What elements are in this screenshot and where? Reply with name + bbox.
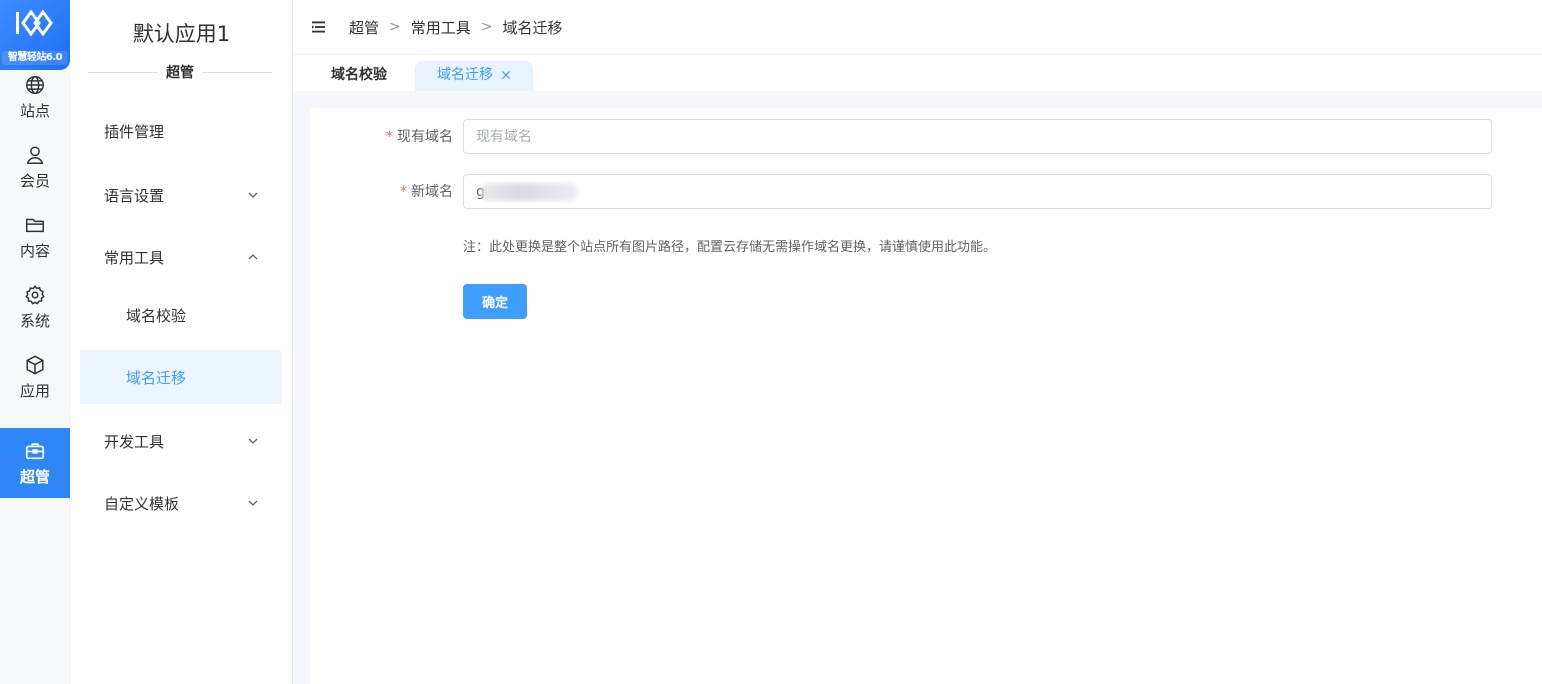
domain-migrate-form: *现有域名 *新域名 注：此处更换是整个站点所有图片路径，配置云存储无需操作域名… (310, 108, 1542, 684)
rail-item-label: 超管 (19, 467, 50, 486)
redacted-value-blur (482, 183, 578, 201)
menu-toggle-icon[interactable] (311, 19, 327, 35)
breadcrumb-separator: > (480, 19, 493, 35)
logo-mark-icon (16, 9, 53, 37)
rail-item-label: 站点 (19, 101, 50, 120)
menu-item-label: 插件管理 (104, 122, 165, 141)
chevron-up-icon (248, 254, 258, 260)
app-title: 默认应用1 (132, 22, 231, 46)
form-row-current-domain: * 现有域名 (310, 119, 1542, 155)
rail-item-label: 会员 (19, 171, 50, 190)
breadcrumb-item[interactable]: 超管 (349, 17, 379, 38)
new-domain-label: * 新域名 (400, 174, 453, 210)
menu-item-label: 语言设置 (104, 186, 165, 205)
rail-item-superadmin[interactable]: 超管 (0, 428, 70, 498)
new-domain-label-text: 新域名 (411, 184, 453, 200)
rail-item-site[interactable]: 站点 (0, 62, 70, 132)
menu-item-label: 域名迁移 (126, 368, 187, 387)
rail-item-system[interactable]: 系统 (0, 272, 70, 342)
rail-item-label: 应用 (19, 381, 50, 400)
current-domain-label-text: 现有域名 (397, 129, 453, 145)
menu-item-domain-verify[interactable]: 域名校验 (80, 288, 281, 342)
chevron-down-icon (248, 438, 258, 444)
close-icon[interactable] (501, 70, 511, 80)
page-tabs: 域名校验 域名迁移 (293, 55, 1542, 91)
rail-item-app[interactable]: 应用 (0, 342, 70, 412)
section-title: 超管 (80, 62, 280, 82)
icon-rail: 智慧轻站6.0 站点 会员 内容 系统 应用 超管 (0, 0, 70, 684)
top-header: 超管 > 常用工具 > 域名迁移 (293, 0, 1542, 55)
menu-item-common-tools[interactable]: 常用工具 (80, 230, 281, 284)
gear-icon (25, 284, 45, 305)
secondary-sidebar: 默认应用1 超管 插件管理 语言设置 常用工具 域名校验 域名迁移 开发工具 自… (70, 0, 293, 684)
new-domain-input[interactable] (463, 174, 1492, 209)
required-mark: * (400, 184, 407, 200)
chevron-down-icon (248, 192, 258, 198)
section-title-text: 超管 (166, 65, 194, 81)
menu-item-language-settings[interactable]: 语言设置 (80, 168, 281, 222)
user-icon (26, 145, 44, 164)
tab-label: 域名迁移 (437, 67, 493, 83)
menu-item-label: 常用工具 (104, 248, 165, 267)
confirm-button[interactable]: 确定 (463, 284, 527, 319)
menu-item-label: 开发工具 (104, 432, 165, 451)
briefcase-icon (25, 442, 45, 459)
rail-item-label: 系统 (19, 311, 50, 330)
rail-item-label: 内容 (19, 241, 50, 260)
current-domain-label: * 现有域名 (386, 119, 453, 155)
menu-item-domain-migrate[interactable]: 域名迁移 (80, 350, 281, 404)
breadcrumb-item[interactable]: 常用工具 (411, 17, 471, 38)
current-domain-input[interactable] (463, 119, 1492, 154)
tab-domain-verify[interactable]: 域名校验 (309, 61, 409, 91)
tab-label: 域名校验 (331, 67, 387, 83)
required-mark: * (386, 129, 393, 145)
breadcrumb-item-current: 域名迁移 (502, 18, 563, 37)
menu-item-dev-tools[interactable]: 开发工具 (80, 414, 281, 468)
menu-item-label: 自定义模板 (104, 494, 180, 513)
breadcrumb-separator: > (389, 19, 401, 35)
menu-item-plugin-management[interactable]: 插件管理 (80, 104, 281, 158)
chevron-down-icon (248, 500, 258, 506)
migration-note: 注：此处更换是整个站点所有图片路径，配置云存储无需操作域名更换，请谨慎使用此功能… (463, 240, 997, 255)
menu-item-label: 域名校验 (126, 306, 187, 325)
rail-item-content[interactable]: 内容 (0, 202, 70, 272)
breadcrumb: 超管 > 常用工具 > 域名迁移 (349, 17, 563, 38)
globe-icon (26, 75, 44, 94)
brand-logo[interactable]: 智慧轻站6.0 (0, 0, 70, 70)
folder-icon (26, 218, 44, 232)
cube-icon (26, 354, 44, 375)
tab-domain-migrate[interactable]: 域名迁移 (415, 61, 533, 91)
menu-item-custom-template[interactable]: 自定义模板 (80, 476, 281, 530)
rail-item-member[interactable]: 会员 (0, 132, 70, 202)
form-row-new-domain: * 新域名 (310, 174, 1542, 210)
